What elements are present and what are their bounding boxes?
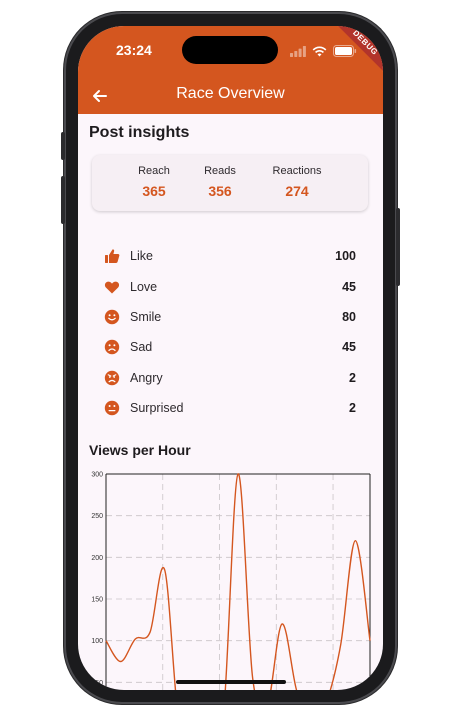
page-title: Race Overview	[176, 85, 285, 102]
y-tick-label: 250	[91, 513, 103, 520]
reaction-row-surprised[interactable]: Surprised 2	[104, 393, 356, 423]
signal-icon	[290, 44, 306, 62]
insights-title: Post insights	[89, 124, 190, 141]
heart-icon	[104, 279, 120, 295]
chart-svg: 050100150200250300	[91, 472, 371, 690]
stats-card: Reach 365 Reads 356 Reactions 274	[92, 155, 368, 211]
status-icons	[290, 44, 357, 62]
wifi-icon	[312, 44, 327, 62]
y-tick-label: 200	[91, 555, 103, 562]
reaction-label: Like	[130, 249, 153, 264]
views-chart: 050100150200250300	[86, 466, 374, 690]
chart-title: Views per Hour	[89, 442, 191, 458]
stat-label: Reads	[204, 165, 236, 177]
reaction-count: 2	[349, 401, 356, 416]
reaction-row-angry[interactable]: Angry 2	[104, 363, 356, 393]
reaction-label: Angry	[130, 370, 163, 385]
reaction-count: 45	[342, 279, 356, 294]
thumbs-up-icon	[104, 248, 120, 264]
reaction-label: Love	[130, 279, 158, 294]
stat-reads: Reads 356	[180, 165, 260, 199]
stat-reactions: Reactions 274	[257, 165, 337, 199]
angry-icon	[104, 370, 120, 386]
app-screen: 23:24 DEBUG Race Overview Post insights …	[78, 26, 383, 690]
y-tick-label: 100	[91, 638, 103, 645]
status-bar: 23:24 DEBUG	[78, 26, 383, 78]
volume-down-button	[61, 176, 65, 224]
reaction-label: Smile	[130, 309, 162, 324]
reaction-row-like[interactable]: Like 100	[104, 241, 356, 271]
y-tick-label: 50	[95, 680, 103, 687]
stat-value: 274	[285, 183, 309, 199]
surprised-icon	[104, 400, 120, 416]
reaction-count: 45	[342, 340, 356, 355]
reaction-label: Sad	[130, 340, 153, 355]
stat-value: 356	[208, 183, 232, 199]
reaction-count: 80	[342, 309, 356, 324]
sad-icon	[104, 339, 120, 355]
app-bar: Race Overview	[78, 78, 383, 114]
stat-label: Reactions	[272, 165, 322, 177]
reaction-list: Like 100 Love 45 Smile 80 Sad 45 Angry 2…	[104, 241, 356, 423]
power-button	[396, 208, 400, 286]
reaction-row-love[interactable]: Love 45	[104, 271, 356, 301]
volume-up-button	[61, 132, 65, 160]
y-tick-label: 300	[91, 472, 103, 479]
reaction-row-smile[interactable]: Smile 80	[104, 302, 356, 332]
dynamic-island	[182, 36, 278, 64]
y-tick-label: 150	[91, 597, 103, 604]
reaction-row-sad[interactable]: Sad 45	[104, 332, 356, 362]
battery-icon	[333, 44, 357, 62]
home-indicator[interactable]	[176, 680, 286, 684]
status-time: 23:24	[116, 42, 152, 58]
reaction-count: 2	[349, 370, 356, 385]
reaction-label: Surprised	[130, 401, 184, 416]
reaction-count: 100	[335, 249, 356, 264]
content: Post insights Reach 365 Reads 356 Reacti…	[78, 114, 383, 690]
series-line	[105, 473, 371, 690]
smile-icon	[104, 309, 120, 325]
